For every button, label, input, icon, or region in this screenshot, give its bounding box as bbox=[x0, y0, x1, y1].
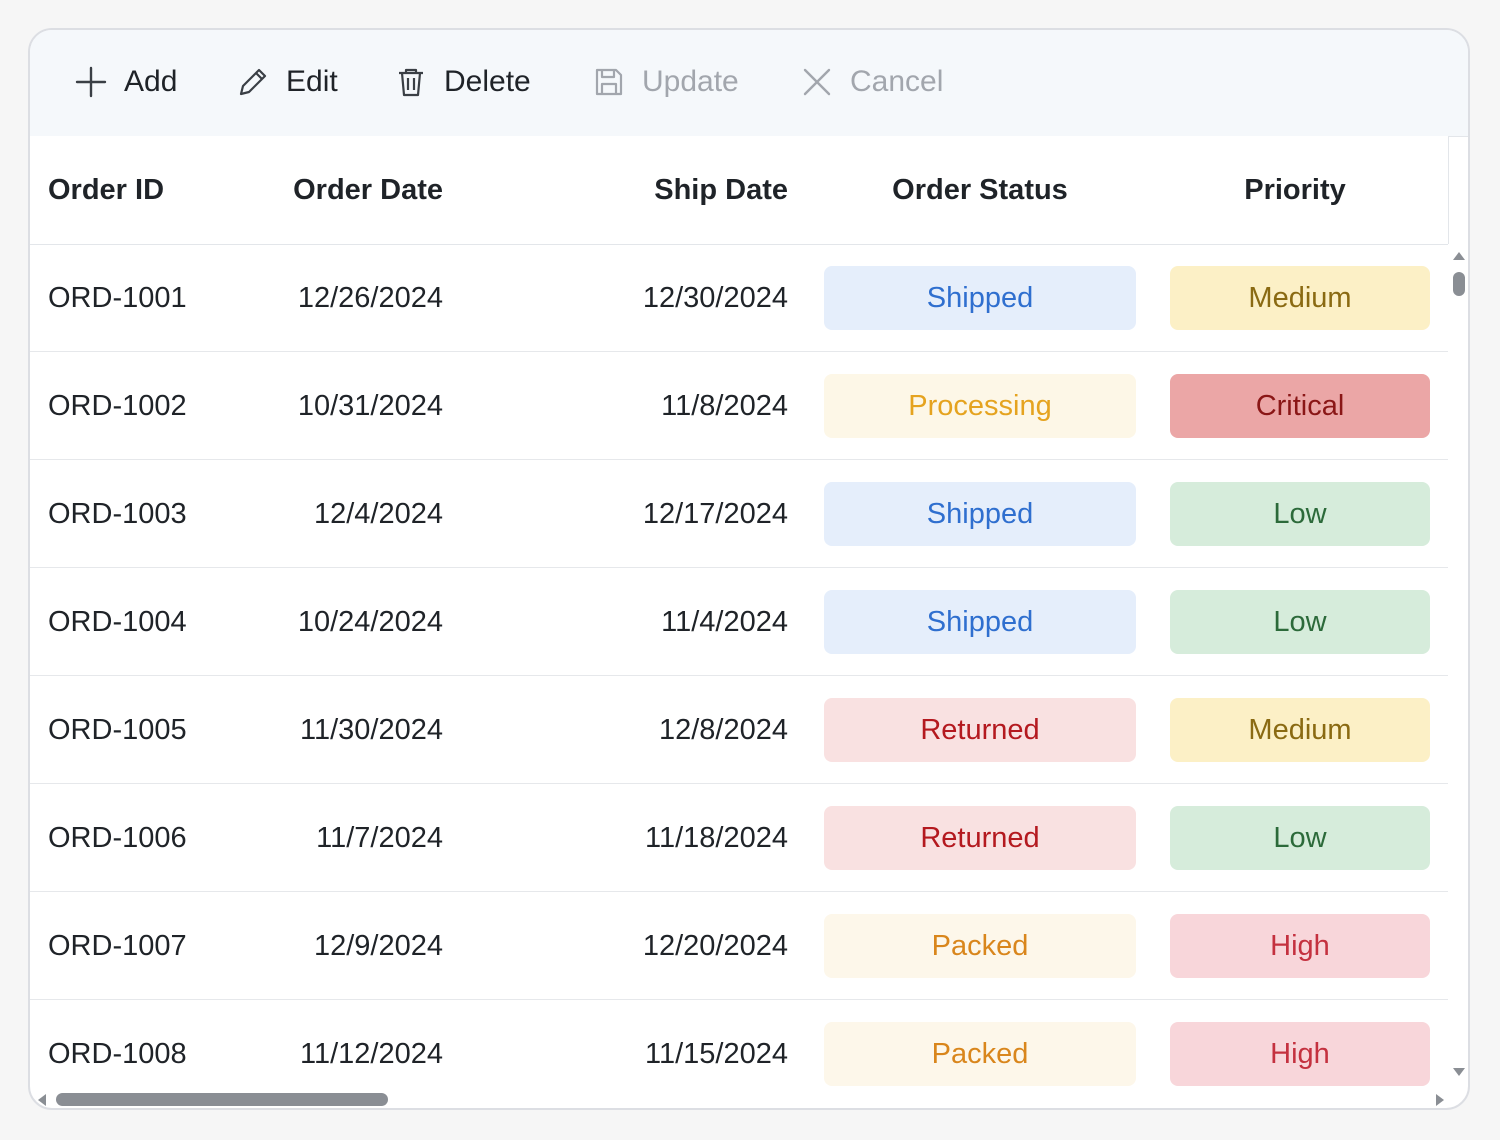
priority-badge: High bbox=[1170, 914, 1430, 978]
cancel-button[interactable]: Cancel bbox=[800, 60, 943, 104]
add-button[interactable]: Add bbox=[74, 60, 177, 104]
pencil-icon bbox=[236, 65, 270, 99]
order-id-cell: ORD-1001 bbox=[48, 281, 187, 314]
ship-date-cell: 12/17/2024 bbox=[642, 497, 788, 530]
order-date-cell: 12/26/2024 bbox=[297, 281, 443, 314]
grid-toolbar: Add Edit Delete Update Cancel bbox=[30, 30, 1468, 137]
header-row: Order ID Order Date Ship Date Order Stat… bbox=[30, 136, 1448, 245]
edit-button-label: Edit bbox=[286, 65, 338, 98]
table-row[interactable]: ORD-1007 12/9/2024 12/20/2024 Packed High bbox=[30, 892, 1448, 1000]
save-icon bbox=[592, 65, 626, 99]
order-date-cell: 12/4/2024 bbox=[313, 497, 443, 530]
header-priority[interactable]: Priority bbox=[1170, 136, 1420, 244]
ship-date-cell: 12/20/2024 bbox=[642, 929, 788, 962]
scroll-right-arrow-icon[interactable] bbox=[1436, 1094, 1444, 1106]
add-button-label: Add bbox=[124, 65, 178, 98]
header-ship-date[interactable]: Ship Date bbox=[530, 136, 788, 244]
update-button[interactable]: Update bbox=[592, 60, 739, 104]
ship-date-cell: 12/8/2024 bbox=[658, 713, 788, 746]
order-id-cell: ORD-1006 bbox=[48, 821, 187, 854]
order-date-cell: 11/12/2024 bbox=[300, 1037, 443, 1070]
order-date-cell: 10/31/2024 bbox=[297, 389, 443, 422]
horizontal-scroll-thumb[interactable] bbox=[56, 1093, 388, 1106]
delete-button[interactable]: Delete bbox=[394, 60, 531, 104]
priority-badge: Medium bbox=[1170, 698, 1430, 762]
priority-badge: Low bbox=[1170, 590, 1430, 654]
order-date-cell: 11/30/2024 bbox=[300, 713, 443, 746]
vertical-scrollbar[interactable] bbox=[1448, 244, 1468, 1094]
vertical-scroll-thumb[interactable] bbox=[1453, 272, 1465, 296]
order-id-cell: ORD-1003 bbox=[48, 497, 187, 530]
ship-date-cell: 11/18/2024 bbox=[645, 821, 788, 854]
orders-grid: Add Edit Delete Update Cancel Order ID O… bbox=[28, 28, 1470, 1110]
scroll-up-arrow-icon[interactable] bbox=[1453, 252, 1465, 260]
order-status-badge: Shipped bbox=[824, 590, 1136, 654]
priority-badge: Low bbox=[1170, 482, 1430, 546]
table-row[interactable]: ORD-1004 10/24/2024 11/4/2024 Shipped Low bbox=[30, 568, 1448, 676]
ship-date-cell: 11/4/2024 bbox=[661, 605, 788, 638]
priority-badge: Medium bbox=[1170, 266, 1430, 330]
close-icon bbox=[800, 65, 834, 99]
grid-body: ORD-1001 12/26/2024 12/30/2024 Shipped Mediu… bbox=[30, 244, 1448, 1094]
order-id-cell: ORD-1008 bbox=[48, 1037, 187, 1070]
order-status-badge: Processing bbox=[824, 374, 1136, 438]
order-id-cell: ORD-1007 bbox=[48, 929, 187, 962]
order-status-badge: Packed bbox=[824, 1022, 1136, 1086]
priority-badge: Critical bbox=[1170, 374, 1430, 438]
order-date-cell: 10/24/2024 bbox=[297, 605, 443, 638]
order-status-badge: Shipped bbox=[824, 266, 1136, 330]
header-order-id[interactable]: Order ID bbox=[48, 136, 248, 244]
delete-button-label: Delete bbox=[444, 65, 531, 98]
edit-button[interactable]: Edit bbox=[236, 60, 338, 104]
order-status-badge: Returned bbox=[824, 698, 1136, 762]
order-date-cell: 12/9/2024 bbox=[313, 929, 443, 962]
table-row[interactable]: ORD-1005 11/30/2024 12/8/2024 Returned Mediu… bbox=[30, 676, 1448, 784]
table-row[interactable]: ORD-1003 12/4/2024 12/17/2024 Shipped Low bbox=[30, 460, 1448, 568]
cancel-button-label: Cancel bbox=[850, 65, 944, 98]
table-row[interactable]: ORD-1008 11/12/2024 11/15/2024 Packed High bbox=[30, 1000, 1448, 1094]
table-row[interactable]: ORD-1002 10/31/2024 11/8/2024 Processing Cri… bbox=[30, 352, 1448, 460]
order-status-badge: Packed bbox=[824, 914, 1136, 978]
update-button-label: Update bbox=[642, 65, 739, 98]
table-row[interactable]: ORD-1001 12/26/2024 12/30/2024 Shipped Mediu… bbox=[30, 244, 1448, 352]
ship-date-cell: 11/8/2024 bbox=[661, 389, 788, 422]
trash-icon bbox=[394, 65, 428, 99]
order-id-cell: ORD-1002 bbox=[48, 389, 187, 422]
order-status-badge: Shipped bbox=[824, 482, 1136, 546]
order-id-cell: ORD-1005 bbox=[48, 713, 187, 746]
ship-date-cell: 11/15/2024 bbox=[645, 1037, 788, 1070]
order-id-cell: ORD-1004 bbox=[48, 605, 187, 638]
plus-icon bbox=[74, 65, 108, 99]
header-order-date[interactable]: Order Date bbox=[230, 136, 443, 244]
order-date-cell: 11/7/2024 bbox=[316, 821, 443, 854]
order-status-badge: Returned bbox=[824, 806, 1136, 870]
header-divider bbox=[1448, 136, 1449, 244]
priority-badge: Low bbox=[1170, 806, 1430, 870]
table-row[interactable]: ORD-1006 11/7/2024 11/18/2024 Returned Low bbox=[30, 784, 1448, 892]
ship-date-cell: 12/30/2024 bbox=[642, 281, 788, 314]
scroll-down-arrow-icon[interactable] bbox=[1453, 1068, 1465, 1076]
horizontal-scrollbar[interactable] bbox=[30, 1090, 1448, 1108]
header-order-status[interactable]: Order Status bbox=[824, 136, 1136, 244]
priority-badge: High bbox=[1170, 1022, 1430, 1086]
scroll-left-arrow-icon[interactable] bbox=[38, 1094, 46, 1106]
